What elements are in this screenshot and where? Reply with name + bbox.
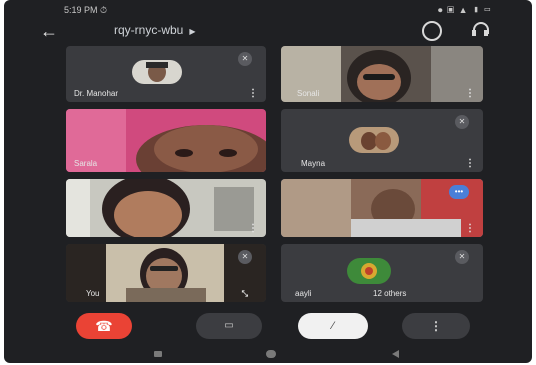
camera-button[interactable]: ▭ [196, 313, 262, 339]
mic-button[interactable]: ⁄ [298, 313, 368, 339]
participant-tile[interactable]: Sonali ⋮ [281, 46, 483, 102]
avatar [349, 127, 399, 153]
participant-tile[interactable]: Sarala [66, 109, 266, 172]
back-icon[interactable] [392, 350, 399, 358]
camera-icon: ▭ [224, 320, 234, 331]
meeting-code-text: rqy-rnyc-wbu [114, 23, 184, 37]
more-options-icon[interactable]: ⋮ [248, 224, 258, 234]
more-options-icon: ⋮ [430, 319, 442, 333]
participant-name: Sarala [74, 159, 98, 168]
more-options-icon[interactable]: ⋮ [465, 89, 475, 99]
mic-off-icon: ⁄ [332, 320, 334, 332]
more-options-icon[interactable]: ⋮ [248, 89, 258, 99]
status-indicators: ⏺ ▣ ▲ ▮ ▭ [437, 5, 492, 15]
participant-tile-self[interactable]: ✕ You ⤡ [66, 244, 266, 302]
system-nav-bar [4, 347, 532, 363]
participant-tile[interactable]: ✕ Dr. Manohar ⋮ [66, 46, 266, 102]
end-call-button[interactable]: ☎ [76, 313, 132, 339]
participant-name: Dr. Manohar [74, 89, 119, 98]
end-call-icon: ☎ [95, 318, 113, 334]
avatar-image [132, 60, 182, 84]
headphones-icon[interactable] [472, 22, 489, 36]
mic-off-icon: ✕ [238, 250, 252, 264]
mic-off-icon: ✕ [238, 52, 252, 66]
participant-name: You [86, 289, 100, 298]
more-options-icon[interactable]: ⋮ [465, 224, 475, 234]
status-time: 5:19 PM ⏱ [64, 5, 108, 15]
phone-screen: 5:19 PM ⏱ ⏺ ▣ ▲ ▮ ▭ ← rqy-rnyc-wbu ▶ ✕ Dr… [4, 0, 532, 363]
camera-switch-icon[interactable] [422, 21, 442, 41]
speaking-icon: ••• [449, 185, 469, 199]
avatar-image [347, 258, 391, 284]
arrow-left-icon[interactable]: ← [40, 20, 58, 42]
participant-name: aayli [295, 289, 312, 298]
status-bar: 5:19 PM ⏱ ⏺ ▣ ▲ ▮ ▭ [4, 0, 532, 20]
more-options-icon[interactable]: ⋮ [465, 159, 475, 169]
participant-tile[interactable]: ✕ Mayna ⋮ [281, 109, 483, 172]
participant-tile-active-speaker[interactable]: ••• ⋮ [281, 179, 483, 237]
participant-tile[interactable]: ⋮ [66, 179, 266, 237]
avatar [132, 60, 182, 84]
home-icon[interactable] [266, 350, 276, 358]
top-bar: ← rqy-rnyc-wbu ▶ [4, 20, 532, 46]
avatar [347, 258, 391, 284]
mic-off-icon: ✕ [455, 250, 469, 264]
participant-name: Sonali [297, 89, 320, 98]
meeting-code[interactable]: rqy-rnyc-wbu ▶ [114, 23, 196, 37]
chevron-right-icon: ▶ [189, 27, 196, 36]
avatar-image [349, 127, 399, 153]
call-controls: ☎ ▭ ⁄ ⋮ [4, 313, 532, 343]
recent-apps-icon[interactable] [154, 351, 162, 357]
participant-name: Mayna [301, 159, 326, 168]
mic-off-icon: ✕ [455, 115, 469, 129]
video-feed [66, 179, 266, 237]
more-options-button[interactable]: ⋮ [402, 313, 470, 339]
expand-icon[interactable]: ⤡ [242, 290, 248, 298]
participant-tile-others[interactable]: ✕ aayli 12 others [281, 244, 483, 302]
others-count: 12 others [373, 289, 407, 298]
